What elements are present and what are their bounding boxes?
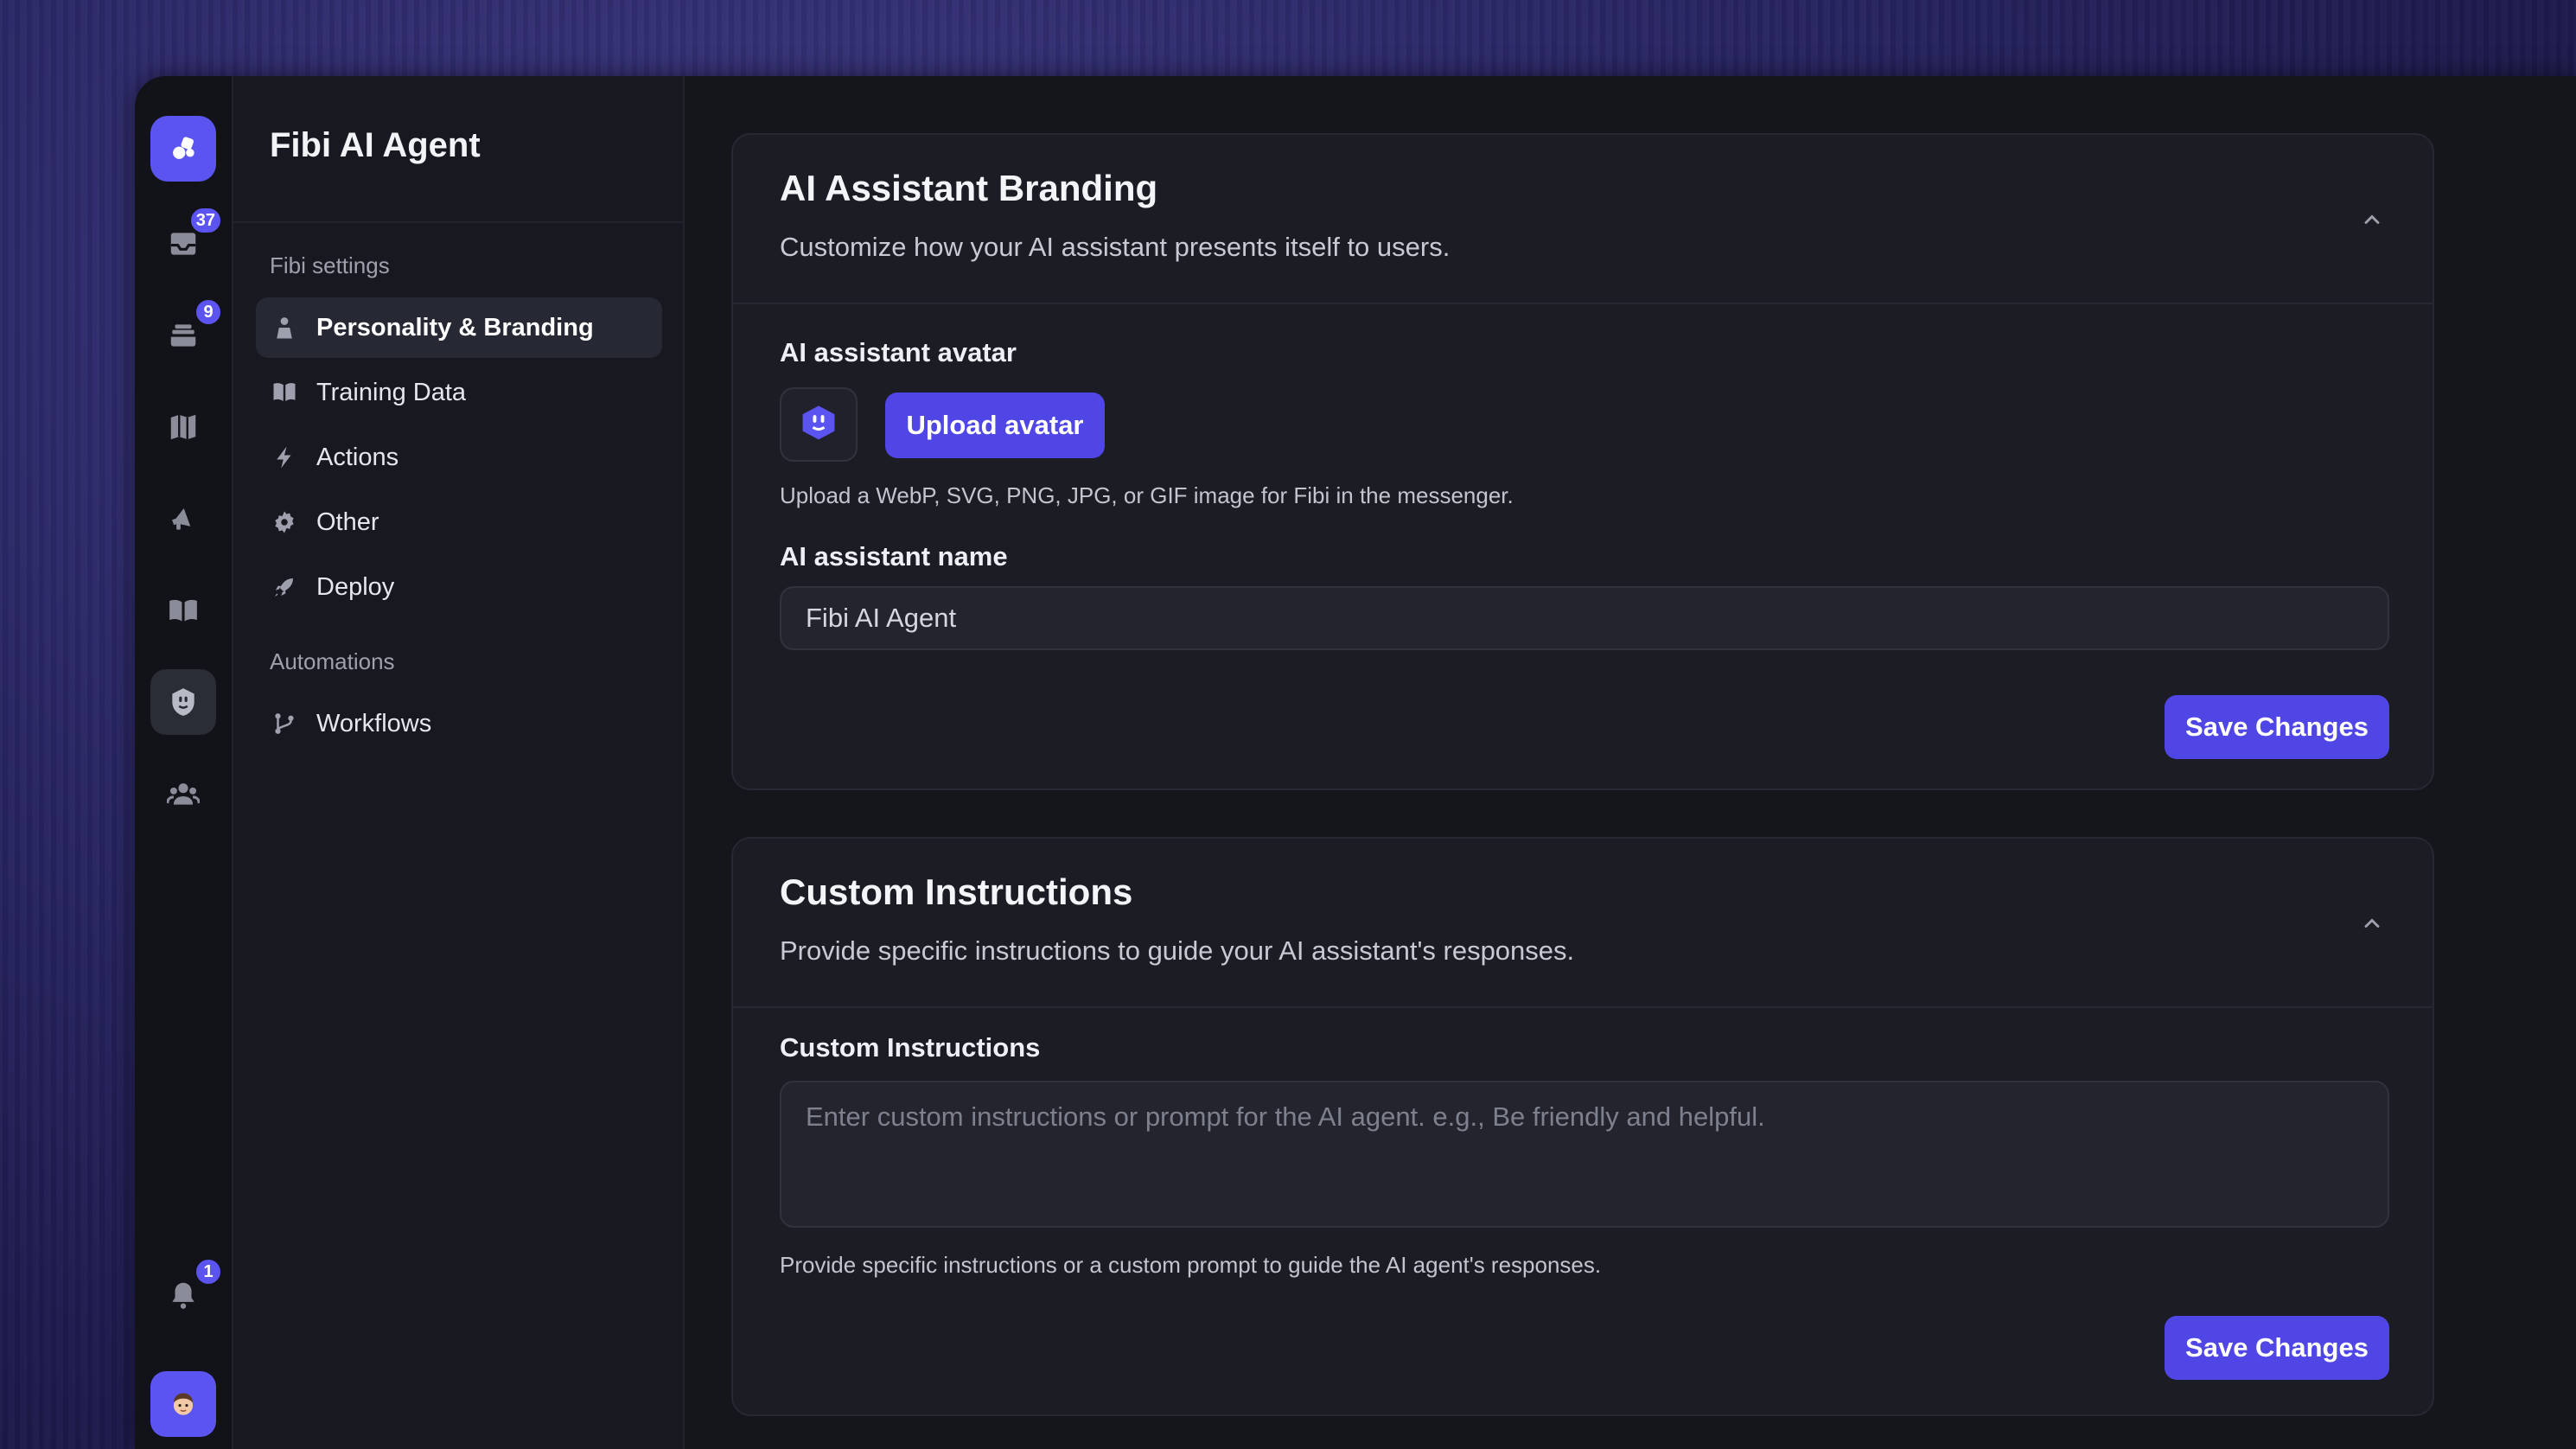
icon-rail: 37 9 1 [135,76,232,1449]
sidebar-divider [233,221,683,223]
tickets-nav[interactable]: 9 [150,297,223,368]
sidebar-item-other[interactable]: Other [256,492,662,552]
person-icon [270,313,299,342]
avatar-preview [780,387,858,462]
branding-description: Customize how your AI assistant presents… [780,232,1451,262]
bell-icon [172,1282,194,1309]
knowledge-nav[interactable] [150,578,216,643]
sidebar-item-label: Deploy [316,572,395,601]
instructions-field-label: Custom Instructions [780,1032,1041,1063]
app-logo[interactable] [150,116,216,182]
contacts-nav[interactable] [150,761,216,827]
inbox-count-badge: 37 [188,206,223,235]
branding-card-header[interactable]: AI Assistant Branding Customize how your… [733,135,2433,304]
instructions-help-text: Provide specific instructions or a custo… [780,1252,1602,1278]
sidebar-item-label: Personality & Branding [316,313,594,342]
sidebar-item-deploy[interactable]: Deploy [256,557,662,617]
save-instructions-button[interactable]: Save Changes [2165,1316,2389,1380]
section-heading-fibi-settings: Fibi settings [270,252,390,278]
instructions-description: Provide specific instructions to guide y… [780,935,1575,966]
instructions-card-header[interactable]: Custom Instructions Provide specific ins… [733,839,2433,1008]
map-icon [170,414,196,440]
rocket-icon [270,572,299,602]
book-open-icon [169,599,197,622]
tickets-count-badge: 9 [194,297,223,327]
instructions-title: Custom Instructions [780,871,1133,912]
book-icon [270,378,299,407]
robot-shield-icon [172,688,194,716]
branch-icon [270,709,299,738]
section-heading-automations: Automations [270,648,395,674]
sidebar-item-label: Workflows [316,709,432,737]
avatar-help-text: Upload a WebP, SVG, PNG, JPG, or GIF ima… [780,482,1514,508]
campaigns-nav[interactable] [150,486,216,552]
custom-instructions-textarea[interactable]: Enter custom instructions or prompt for … [780,1081,2389,1228]
reports-nav[interactable] [150,394,216,460]
notifications-nav[interactable]: 1 [150,1257,223,1328]
main-content: AI Assistant Branding Customize how your… [685,76,2576,1449]
sidebar-title: Fibi AI Agent [270,126,481,164]
logo-icon [173,137,194,159]
instructions-placeholder: Enter custom instructions or prompt for … [806,1101,1765,1132]
megaphone-icon [172,507,191,530]
tray-icon [170,324,196,347]
assistant-name-value: Fibi AI Agent [806,603,957,633]
sidebar-item-label: Training Data [316,378,467,406]
chevron-up-icon[interactable] [2360,911,2384,935]
assistant-name-input[interactable]: Fibi AI Agent [780,586,2389,650]
user-avatar-button[interactable] [150,1371,216,1437]
settings-sidebar: Fibi AI Agent Fibi settings Personality … [232,76,685,1449]
sidebar-item-actions[interactable]: Actions [256,427,662,488]
users-icon [167,783,200,805]
inbox-nav[interactable]: 37 [150,206,223,277]
branding-card: AI Assistant Branding Customize how your… [731,133,2434,790]
sidebar-item-label: Actions [316,443,399,471]
avatar-label: AI assistant avatar [780,337,1017,367]
instructions-card: Custom Instructions Provide specific ins… [731,837,2434,1416]
chevron-up-icon[interactable] [2360,207,2384,232]
notifications-count-badge: 1 [194,1257,223,1286]
upload-avatar-button[interactable]: Upload avatar [885,393,1105,458]
sidebar-item-personality-branding[interactable]: Personality & Branding [256,297,662,358]
save-branding-button[interactable]: Save Changes [2165,695,2389,759]
ai-agent-nav[interactable] [150,669,216,735]
sidebar-item-training-data[interactable]: Training Data [256,362,662,423]
app-window: 37 9 1 Fibi AI Agent Fibi settings Perso… [135,76,2576,1449]
sidebar-item-workflows[interactable]: Workflows [256,693,662,754]
user-face-icon [173,1393,194,1415]
gear-icon [270,507,299,537]
name-label: AI assistant name [780,541,1008,571]
branding-title: AI Assistant Branding [780,168,1158,208]
sidebar-item-label: Other [316,507,379,536]
bolt-icon [270,443,299,472]
robot-avatar-icon [802,405,835,440]
